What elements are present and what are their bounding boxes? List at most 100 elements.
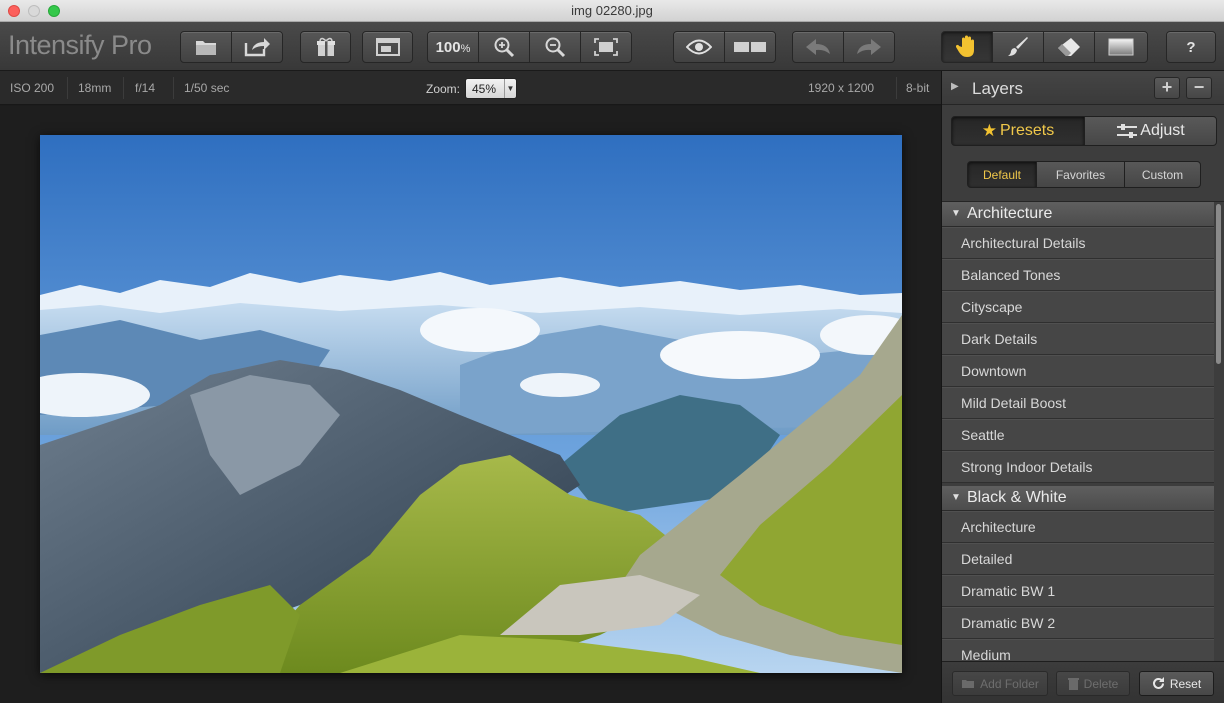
delete-label: Delete <box>1083 676 1119 691</box>
tab-adjust[interactable]: Adjust <box>1084 116 1217 146</box>
zoom-label: Zoom: <box>426 82 461 96</box>
add-layer-button[interactable]: + <box>1154 77 1180 99</box>
preset-item[interactable]: Architecture <box>942 511 1214 543</box>
tab-favorites[interactable]: Favorites <box>1036 161 1125 188</box>
preset-label: Cityscape <box>961 299 1023 315</box>
zoom-100-button[interactable]: 100% <box>427 31 479 63</box>
zoom-100-label: 100% <box>435 38 471 56</box>
add-folder-button[interactable]: Add Folder <box>952 671 1048 696</box>
zoom-in-button[interactable] <box>478 31 530 63</box>
tab-presets[interactable]: ★ Presets <box>951 116 1085 146</box>
zoom-out-button[interactable] <box>529 31 581 63</box>
category-architecture[interactable]: ▼ Architecture <box>942 202 1214 227</box>
presets-gift-button[interactable] <box>300 31 351 63</box>
reset-button[interactable]: Reset <box>1139 671 1214 696</box>
preset-item[interactable]: Balanced Tones <box>942 259 1214 291</box>
image-info-bar: ISO 200 18mm f/14 1/50 sec Zoom: 45% ▼ 1… <box>0 71 941 105</box>
preset-item[interactable]: Cityscape <box>942 291 1214 323</box>
aperture-value: f/14 <box>135 81 156 95</box>
info-divider <box>896 77 897 99</box>
preset-label: Architecture <box>961 519 1036 535</box>
window-title: img 02280.jpg <box>571 3 653 18</box>
disclosure-triangle-icon: ▼ <box>951 208 961 219</box>
remove-layer-button[interactable]: − <box>1186 77 1212 99</box>
fit-screen-button[interactable] <box>580 31 632 63</box>
category-label: Black & White <box>967 489 1067 506</box>
open-folder-icon <box>196 41 216 55</box>
hand-tool-button[interactable] <box>941 31 993 63</box>
tab-adjust-label: Adjust <box>1140 122 1185 139</box>
window-icon <box>375 38 400 56</box>
help-button[interactable]: ? <box>1166 31 1216 63</box>
brush-icon <box>1008 37 1028 56</box>
gradient-tool-button[interactable] <box>1094 31 1148 63</box>
layers-header: ▶ Layers + − <box>942 71 1224 105</box>
info-divider <box>67 77 68 99</box>
redo-button[interactable] <box>843 31 895 63</box>
preset-item[interactable]: Architectural Details <box>942 227 1214 259</box>
preview-button[interactable] <box>673 31 725 63</box>
preset-item[interactable]: Detailed <box>942 543 1214 575</box>
preset-item[interactable]: Mild Detail Boost <box>942 387 1214 419</box>
image-dimensions: 1920 x 1200 <box>808 81 875 95</box>
preset-label: Medium <box>961 647 1011 661</box>
undo-button[interactable] <box>792 31 844 63</box>
tab-default[interactable]: Default <box>967 161 1037 188</box>
preset-item[interactable]: Dramatic BW 2 <box>942 607 1214 639</box>
folder-icon <box>962 680 975 688</box>
help-icon: ? <box>1186 38 1196 56</box>
preset-item[interactable]: Downtown <box>942 355 1214 387</box>
share-button[interactable] <box>231 31 283 63</box>
photo-preview[interactable] <box>40 135 902 673</box>
mountain-landscape-image <box>40 135 902 673</box>
scrollbar-thumb[interactable] <box>1216 204 1221 364</box>
preset-label: Mild Detail Boost <box>961 395 1067 411</box>
open-button[interactable] <box>180 31 232 63</box>
zoom-value: 45% <box>472 82 497 96</box>
split-view-button[interactable] <box>724 31 776 63</box>
add-folder-label: Add Folder <box>980 676 1039 691</box>
layers-title: Layers <box>972 79 1024 98</box>
undo-icon <box>806 39 830 55</box>
preset-label: Dramatic BW 2 <box>961 615 1056 631</box>
preset-label: Strong Indoor Details <box>961 459 1093 475</box>
split-view-icon <box>734 42 766 52</box>
preset-item[interactable]: Dramatic BW 1 <box>942 575 1214 607</box>
presets-scrollbar[interactable] <box>1215 202 1222 661</box>
preset-item[interactable]: Strong Indoor Details <box>942 451 1214 483</box>
image-canvas[interactable] <box>0 106 941 703</box>
gradient-icon <box>1108 38 1134 56</box>
zoom-select[interactable]: 45% ▼ <box>465 78 517 99</box>
preset-item[interactable]: Medium <box>942 639 1214 661</box>
window-mode-button[interactable] <box>362 31 413 63</box>
app-name: Intensify Pro <box>8 30 152 60</box>
preset-label: Dark Details <box>961 331 1038 347</box>
tab-presets-label: Presets <box>1000 122 1055 139</box>
gift-icon <box>316 37 335 56</box>
preset-item[interactable]: Seattle <box>942 419 1214 451</box>
zoom-out-icon <box>545 37 566 58</box>
tab-custom[interactable]: Custom <box>1124 161 1201 188</box>
category-black-white[interactable]: ▼ Black & White <box>942 486 1214 511</box>
iso-value: ISO 200 <box>10 81 55 95</box>
zoom-in-icon <box>494 37 515 58</box>
delete-button[interactable]: Delete <box>1056 671 1130 696</box>
info-divider <box>173 77 174 99</box>
presets-list[interactable]: ▼ Architecture Architectural Details Bal… <box>942 201 1224 661</box>
disclosure-triangle-icon[interactable]: ▶ <box>951 81 959 92</box>
sliders-icon <box>1117 124 1138 138</box>
presets-bottom-bar: Add Folder Delete Reset <box>942 661 1224 703</box>
eraser-tool-button[interactable] <box>1043 31 1095 63</box>
toolbar: Intensify Pro 100% ? <box>0 22 1224 71</box>
preset-label: Detailed <box>961 551 1013 567</box>
preset-label: Dramatic BW 1 <box>961 583 1056 599</box>
preset-label: Architectural Details <box>961 235 1086 251</box>
layers-panel: ▶ Layers + − ★ Presets Adjust Default Fa… <box>941 71 1224 703</box>
hand-icon <box>956 35 974 57</box>
bit-depth: 8-bit <box>906 81 930 95</box>
eraser-icon <box>1058 38 1080 56</box>
preset-item[interactable]: Dark Details <box>942 323 1214 355</box>
focal-length-value: 18mm <box>78 81 112 95</box>
brush-tool-button[interactable] <box>992 31 1044 63</box>
preset-label: Downtown <box>961 363 1027 379</box>
